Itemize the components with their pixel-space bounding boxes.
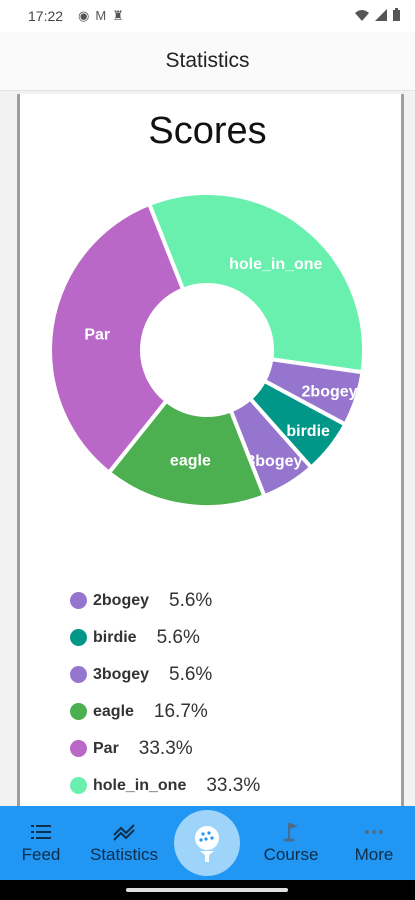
legend-swatch <box>70 777 87 794</box>
nav-course[interactable]: Course <box>258 806 324 880</box>
pie-label-eagle: eagle <box>170 453 211 470</box>
nav-feed[interactable]: Feed <box>12 806 70 880</box>
app-notification-icon: ◉ <box>78 8 90 23</box>
legend-swatch <box>70 592 87 609</box>
signal-icon <box>375 9 387 21</box>
legend-swatch <box>70 703 87 720</box>
legend-percent: 5.6% <box>169 589 213 611</box>
system-icons <box>354 8 401 22</box>
legend-label: hole_in_one <box>93 776 187 794</box>
home-gesture-handle[interactable] <box>126 888 288 892</box>
chart-title: Scores <box>148 110 267 152</box>
more-dots-icon <box>364 821 384 843</box>
legend-item-birdie: birdie 5.6% <box>70 619 260 656</box>
pie-label-hole-in-one: hole_in_one <box>229 256 322 273</box>
legend-swatch <box>70 740 87 757</box>
nav-more-label: More <box>354 845 394 864</box>
legend-percent: 33.3% <box>138 737 193 759</box>
legend-label: 2bogey <box>93 591 150 609</box>
status-bar: 17:22 ◉ M ♜ <box>0 0 415 32</box>
legend-percent: 16.7% <box>153 700 208 722</box>
battery-icon <box>393 8 400 21</box>
pie-label-birdie: birdie <box>286 423 330 440</box>
golf-flag-icon <box>282 821 300 843</box>
nav-feed-label: Feed <box>21 845 61 864</box>
legend-swatch <box>70 666 87 683</box>
page-title: Statistics <box>165 49 250 72</box>
nav-statistics[interactable]: Statistics <box>82 806 166 880</box>
legend-swatch <box>70 629 87 646</box>
app-bar: Statistics <box>0 32 415 91</box>
legend-percent: 5.6% <box>169 663 213 685</box>
chart-legend: 2bogey 5.6% birdie 5.6% 3bogey 5.6% eagl… <box>70 582 260 804</box>
nav-statistics-label: Statistics <box>89 845 159 864</box>
notification-icons: ◉ M ♜ <box>78 8 124 24</box>
center-action-button[interactable] <box>174 810 240 876</box>
nav-more[interactable]: More <box>346 806 402 880</box>
list-icon <box>31 821 51 843</box>
scores-donut-chart: hole_in_one2bogeybirdie3bogeyeaglePar <box>48 191 366 509</box>
legend-label: Par <box>93 739 119 757</box>
pie-label-par: Par <box>84 327 110 344</box>
legend-item-hole-in-one: hole_in_one 33.3% <box>70 767 260 804</box>
person-notification-icon: ♜ <box>112 8 124 23</box>
wifi-icon <box>355 10 369 21</box>
legend-item-eagle: eagle 16.7% <box>70 693 260 730</box>
trending-icon <box>113 821 135 843</box>
golf-ball-tee-icon <box>195 826 219 862</box>
legend-item-par: Par 33.3% <box>70 730 260 767</box>
legend-label: eagle <box>93 702 134 720</box>
legend-percent: 5.6% <box>156 626 200 648</box>
mail-notification-icon: M <box>95 8 107 23</box>
legend-percent: 33.3% <box>206 774 261 796</box>
legend-label: 3bogey <box>93 665 150 683</box>
legend-item-2bogey: 2bogey 5.6% <box>70 582 260 619</box>
pie-label-2bogey: 2bogey <box>302 383 358 400</box>
status-time: 17:22 <box>28 8 64 24</box>
legend-label: birdie <box>93 628 137 646</box>
nav-course-label: Course <box>263 845 319 864</box>
legend-item-3bogey: 3bogey 5.6% <box>70 656 260 693</box>
